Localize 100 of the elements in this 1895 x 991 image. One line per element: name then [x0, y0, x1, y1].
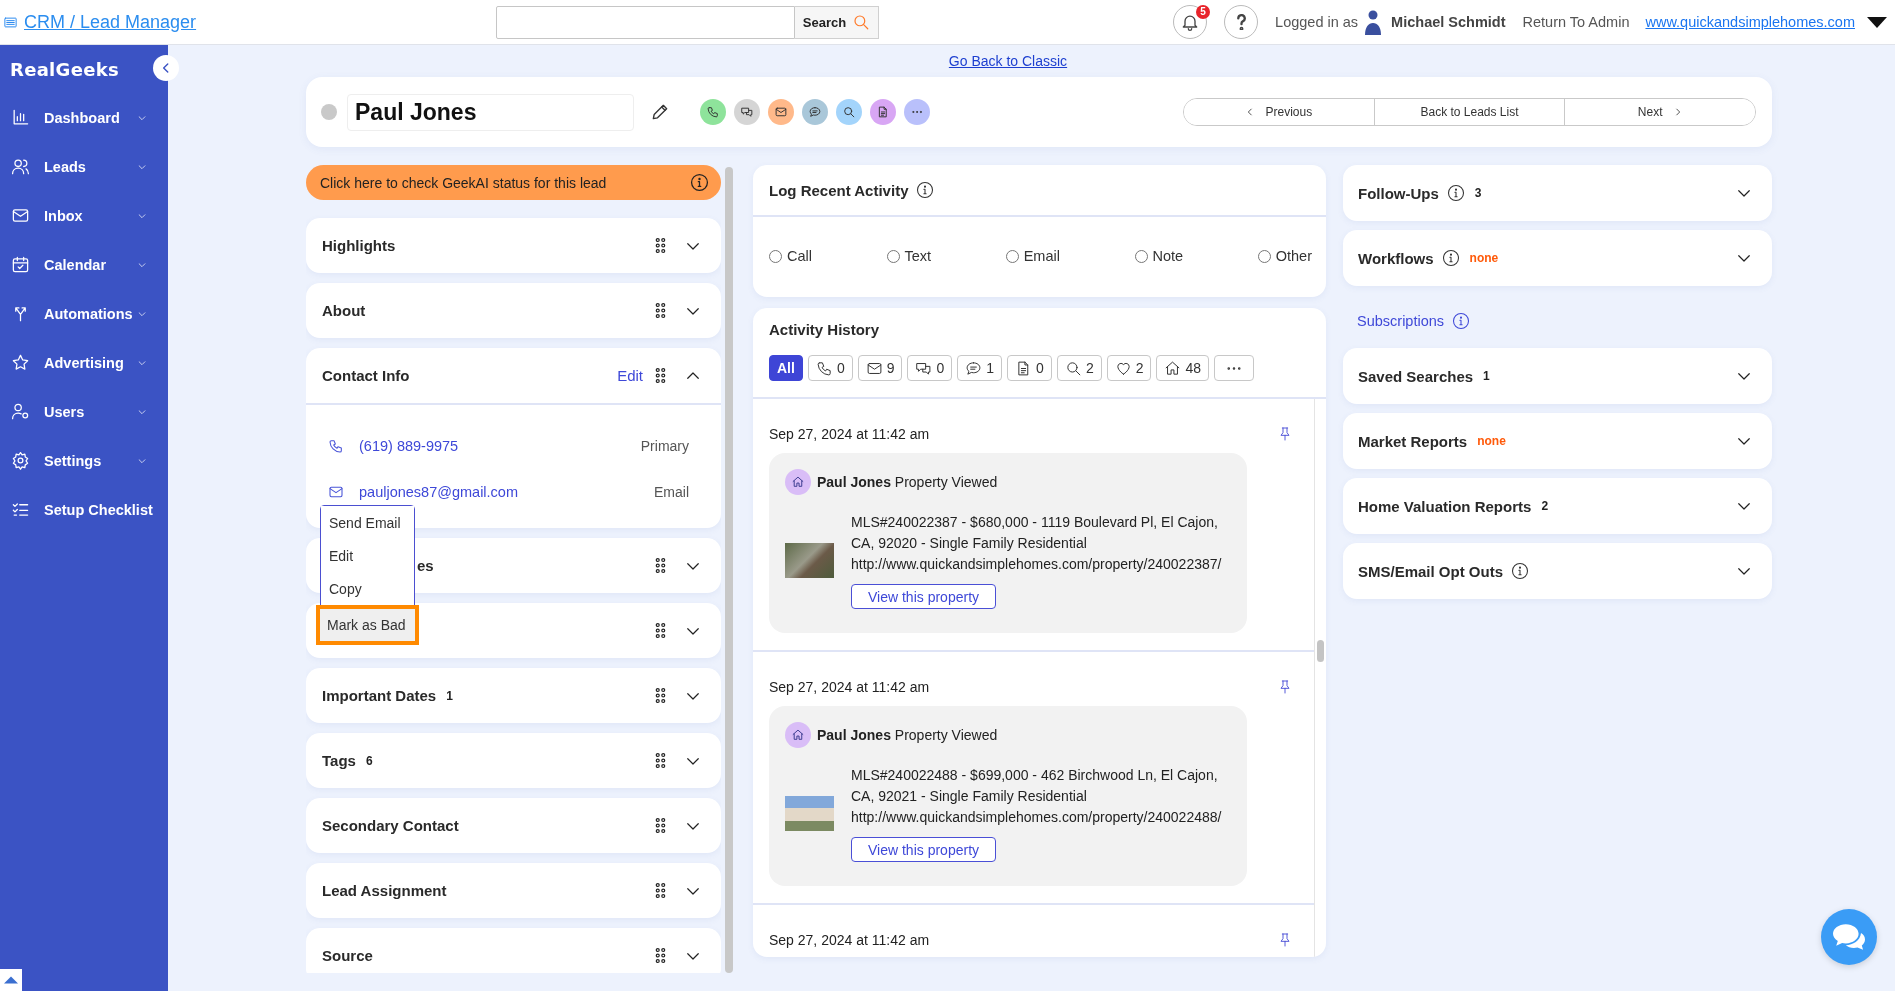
- website-link[interactable]: www.quickandsimplehomes.com: [1645, 14, 1855, 30]
- pin-icon[interactable]: [1277, 678, 1293, 696]
- filter-button[interactable]: 2: [1056, 355, 1102, 381]
- pin-icon[interactable]: [1277, 425, 1293, 443]
- notification-badge: 5: [1196, 5, 1211, 19]
- sidebar-item[interactable]: Calendar: [0, 240, 168, 289]
- phone-icon[interactable]: [700, 99, 726, 125]
- caret-down-icon[interactable]: [1867, 15, 1887, 29]
- menu-item[interactable]: Mark as Bad: [316, 605, 419, 645]
- drag-handle-icon[interactable]: [655, 817, 666, 834]
- radio-button[interactable]: [886, 249, 900, 263]
- section-title: Contact Info: [322, 367, 410, 384]
- drag-handle-icon[interactable]: [655, 947, 666, 964]
- drag-handle-icon[interactable]: [655, 302, 666, 319]
- sidebar-item[interactable]: Leads: [0, 142, 168, 191]
- radio-button[interactable]: [1257, 249, 1271, 263]
- radio-label: Other: [1275, 248, 1312, 264]
- section-count: 2: [1541, 499, 1549, 513]
- drag-handle-icon[interactable]: [655, 687, 666, 704]
- sidebar-item[interactable]: Setup Checklist: [0, 485, 168, 534]
- logged-in-label: Logged in as: [1275, 14, 1359, 30]
- drag-handle-icon[interactable]: [655, 367, 666, 384]
- search-icon: [1064, 359, 1082, 377]
- envelope-icon[interactable]: [768, 99, 794, 125]
- chat-bubbles-icon[interactable]: [734, 99, 760, 125]
- next-button[interactable]: Next: [1564, 99, 1755, 125]
- scrollbar[interactable]: [1314, 399, 1326, 957]
- section-title: Source: [322, 947, 373, 964]
- section-status: none: [1477, 434, 1506, 448]
- view-property-button[interactable]: View this property: [851, 837, 996, 862]
- section-title: Secondary Contact: [322, 817, 459, 834]
- filter-button[interactable]: All: [769, 355, 803, 381]
- drag-handle-icon[interactable]: [655, 237, 666, 254]
- pencil-icon[interactable]: [650, 102, 670, 122]
- notifications-button[interactable]: 5: [1173, 5, 1208, 39]
- search-field[interactable]: [496, 5, 795, 39]
- search-icon[interactable]: [836, 99, 862, 125]
- sidebar-item[interactable]: Settings: [0, 436, 168, 485]
- radio-label: Note: [1152, 248, 1184, 264]
- help-button[interactable]: [1224, 5, 1259, 39]
- chat-button[interactable]: [1821, 909, 1877, 965]
- filter-button[interactable]: 2: [1106, 355, 1152, 381]
- property-url: http://www.quickandsimplehomes.com/property/240022387/: [851, 555, 1222, 574]
- filter-button[interactable]: 0: [907, 355, 953, 381]
- property-url: http://www.quickandsimplehomes.com/property/240022488/: [851, 808, 1222, 827]
- drag-handle-icon[interactable]: [655, 622, 666, 639]
- sidebar-item[interactable]: Dashboard: [0, 93, 168, 142]
- view-property-button[interactable]: View this property: [851, 584, 996, 609]
- chat-bubbles-icon: [1833, 921, 1865, 953]
- scrollbar[interactable]: [725, 167, 733, 973]
- subscriptions-link[interactable]: Subscriptions: [1357, 313, 1445, 329]
- sidebar-item[interactable]: Automations: [0, 289, 168, 338]
- edit-link[interactable]: Edit: [617, 367, 643, 384]
- checklist-icon: [11, 500, 30, 519]
- radio-button[interactable]: [769, 249, 782, 263]
- drag-handle-icon[interactable]: [655, 882, 666, 899]
- user-name: Michael Schmidt: [1391, 14, 1506, 30]
- sidebar-item[interactable]: Advertising: [0, 338, 168, 387]
- document-icon[interactable]: [870, 99, 896, 125]
- section-title: Saved Searches: [1358, 367, 1474, 385]
- status-dot-icon: [321, 104, 337, 120]
- scroll-up-button[interactable]: [0, 969, 22, 991]
- collapse-sidebar-button[interactable]: [153, 55, 179, 81]
- filter-button[interactable]: 1: [957, 355, 1003, 381]
- star-icon: [11, 353, 30, 372]
- drag-handle-icon[interactable]: [655, 557, 666, 574]
- list-icon: [3, 14, 18, 30]
- filter-button[interactable]: 9: [857, 355, 903, 381]
- activity-date: Sep 27, 2024 at 11:42 am: [769, 426, 930, 442]
- drag-handle-icon[interactable]: [655, 752, 666, 769]
- speech-bubble-icon[interactable]: [802, 99, 828, 125]
- app-title-link[interactable]: CRM / Lead Manager: [24, 11, 197, 33]
- person-icon: [11, 402, 30, 421]
- search-icon: [852, 13, 871, 31]
- radio-button[interactable]: [1005, 249, 1019, 263]
- phone-number-link[interactable]: (619) 889-9975: [359, 438, 459, 454]
- section-count: 1: [1483, 369, 1490, 383]
- section-title: Lead Assignment: [322, 882, 447, 899]
- sidebar-item[interactable]: Users: [0, 387, 168, 436]
- filter-button[interactable]: 48: [1156, 355, 1210, 381]
- search-button[interactable]: Search: [795, 5, 879, 39]
- activity-summary: Paul Jones Property Viewed: [817, 474, 998, 490]
- return-to-admin-link[interactable]: Return To Admin: [1522, 14, 1630, 30]
- section-title: Follow-Ups: [1358, 184, 1439, 202]
- geekai-status-banner[interactable]: Click here to check GeekAI status for this lead: [306, 165, 721, 200]
- lead-name-field[interactable]: Paul Jones: [347, 93, 634, 131]
- filter-button[interactable]: 0: [807, 355, 853, 381]
- section-count: 3: [1474, 186, 1482, 200]
- house-icon: [785, 722, 811, 748]
- filter-button[interactable]: 0: [1007, 355, 1052, 381]
- radio-button[interactable]: [1134, 249, 1148, 263]
- pin-icon[interactable]: [1277, 931, 1293, 949]
- user-avatar-icon: [1363, 9, 1384, 35]
- sidebar-item[interactable]: Inbox: [0, 191, 168, 240]
- email-link[interactable]: pauljones87@gmail.com: [359, 484, 518, 500]
- contact-label: Email: [654, 484, 689, 500]
- card-title: Activity History: [769, 320, 881, 340]
- section-title: Tags: [322, 752, 356, 769]
- phone-icon: [815, 359, 833, 377]
- go-back-to-classic-link[interactable]: Go Back to Classic: [948, 53, 1068, 69]
